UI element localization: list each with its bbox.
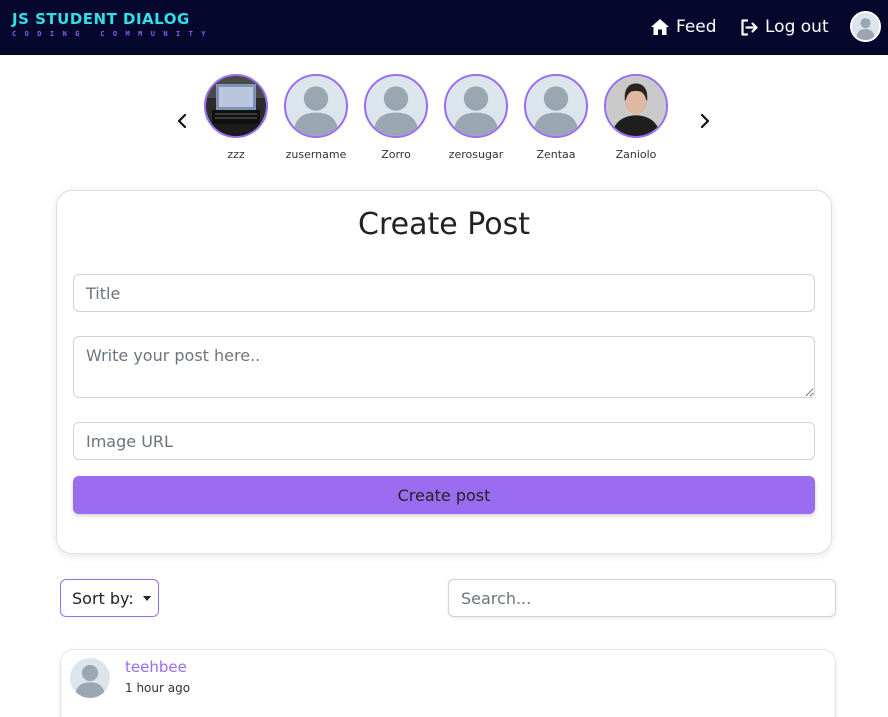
carousel-user[interactable]: Zorro — [356, 74, 436, 161]
chevron-left-icon — [177, 113, 187, 129]
home-icon — [651, 19, 669, 35]
carousel-username: Zaniolo — [615, 148, 657, 161]
brand-subtitle: CODING COMMUNITY — [12, 30, 214, 38]
create-post-button[interactable]: Create post — [73, 476, 815, 514]
carousel-username: zzz — [227, 148, 245, 161]
carousel-user[interactable]: Zaniolo — [596, 74, 676, 161]
caret-down-icon — [142, 595, 151, 601]
create-post-card: Create Post Create post — [56, 190, 832, 554]
carousel-user[interactable]: zerosugar — [436, 74, 516, 161]
sort-label: Sort by: — [72, 588, 134, 608]
carousel-user[interactable]: zusername — [276, 74, 356, 161]
post-title-input[interactable] — [73, 274, 815, 312]
carousel-username: Zorro — [381, 148, 411, 161]
navbar: JS STUDENT DIALOG CODING COMMUNITY Feed … — [0, 0, 888, 55]
carousel-username: zusername — [285, 148, 347, 161]
portrait-photo-icon — [606, 76, 666, 136]
carousel-user[interactable]: Zentaa — [516, 74, 596, 161]
search-input[interactable] — [448, 579, 836, 617]
avatar — [204, 74, 268, 138]
user-carousel: zzz zusername Zorro zerosugar Zentaa Zan… — [0, 74, 888, 169]
logout-icon — [741, 18, 758, 36]
carousel-username: Zentaa — [536, 148, 576, 161]
post-author-link[interactable]: teehbee — [125, 658, 187, 676]
nav-feed-link[interactable]: Feed — [650, 15, 717, 39]
nav-logout-link[interactable]: Log out — [740, 15, 829, 39]
user-silhouette-icon — [293, 86, 339, 136]
nav-logout-label: Log out — [765, 17, 829, 37]
sort-dropdown-button[interactable]: Sort by: — [60, 579, 159, 617]
brand-title: JS STUDENT DIALOG — [12, 10, 190, 28]
carousel-prev-button[interactable] — [174, 111, 190, 131]
avatar — [444, 74, 508, 138]
avatar — [604, 74, 668, 138]
post-timestamp: 1 hour ago — [125, 681, 191, 695]
post-body-textarea[interactable] — [73, 336, 815, 398]
carousel-next-button[interactable] — [697, 111, 713, 131]
user-silhouette-icon — [75, 664, 105, 698]
avatar — [524, 74, 588, 138]
image-url-input[interactable] — [73, 422, 815, 460]
laptop-photo-icon — [206, 76, 266, 136]
user-silhouette-icon — [373, 86, 419, 136]
avatar[interactable] — [70, 658, 110, 698]
user-silhouette-icon — [533, 86, 579, 136]
post-card: teehbee 1 hour ago — [60, 649, 836, 717]
avatar — [284, 74, 348, 138]
brand-logo[interactable]: JS STUDENT DIALOG CODING COMMUNITY — [12, 10, 214, 39]
carousel-user[interactable]: zzz — [196, 74, 276, 161]
profile-avatar[interactable] — [850, 11, 881, 42]
nav-feed-label: Feed — [676, 17, 717, 37]
user-silhouette-icon — [453, 86, 499, 136]
carousel-username: zerosugar — [448, 148, 504, 161]
user-silhouette-icon — [852, 13, 879, 40]
chevron-right-icon — [700, 113, 710, 129]
avatar — [364, 74, 428, 138]
create-post-heading: Create Post — [358, 207, 530, 242]
